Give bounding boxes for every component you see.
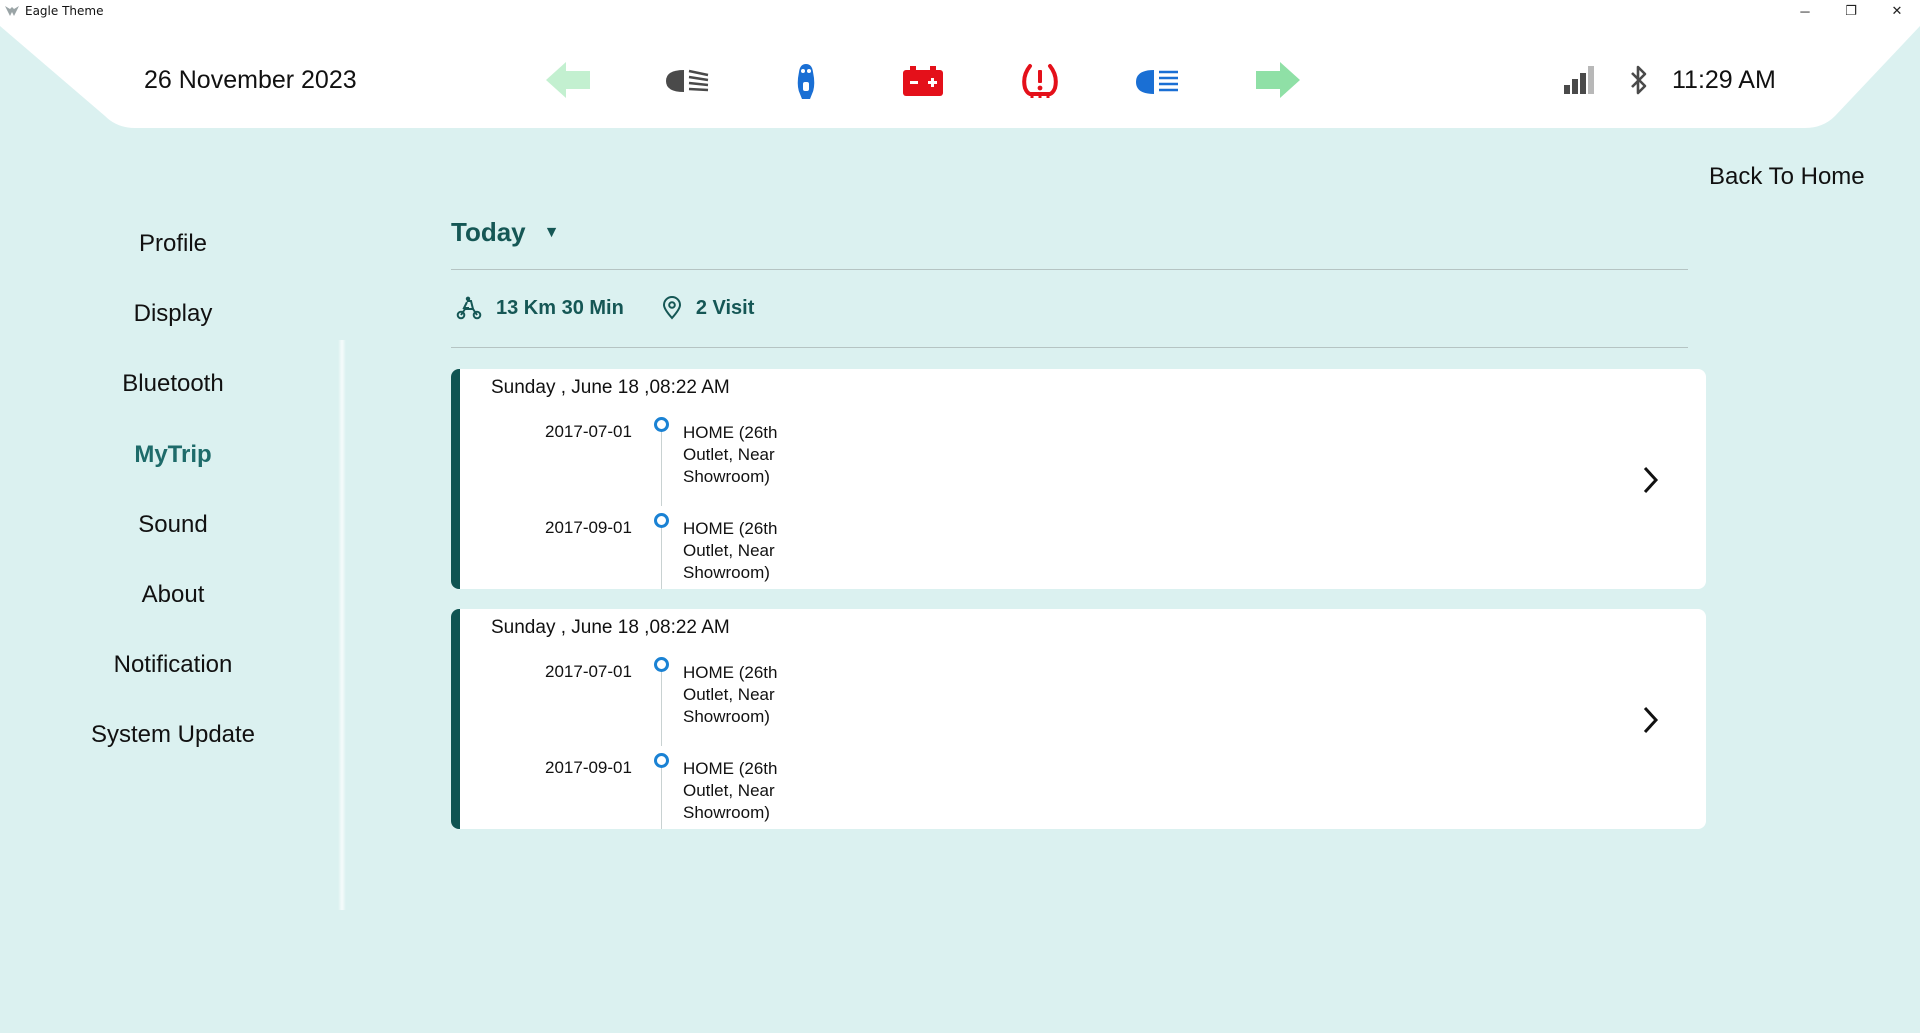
timeline-dot-icon <box>654 417 669 432</box>
timeline-dot-icon <box>654 753 669 768</box>
timeline-dot-icon <box>654 513 669 528</box>
sidebar-item-profile[interactable]: Profile <box>0 226 346 262</box>
sidebar-item-sound[interactable]: Sound <box>0 507 346 543</box>
timeline-line <box>661 768 662 829</box>
visits-stat: 2 Visit <box>662 296 755 320</box>
sidebar-item-system-update[interactable]: System Update <box>0 717 346 753</box>
back-to-home-link[interactable]: Back To Home <box>1709 163 1865 191</box>
stop-date: 2017-07-01 <box>545 662 632 681</box>
chevron-right-icon[interactable] <box>1641 705 1661 735</box>
sidebar-divider <box>338 340 346 910</box>
left-turn-signal-icon <box>546 62 590 98</box>
indicator-row <box>0 22 1920 128</box>
stop-place: HOME (26th Outlet, Near Showroom) <box>683 759 778 822</box>
app-logo-icon <box>5 6 19 16</box>
trip-stop: 2017-09-01 HOME (26th Outlet, Near Showr… <box>451 513 1051 589</box>
minimize-button[interactable]: ─ <box>1782 0 1828 22</box>
window-controls: ─ ❐ ✕ <box>1782 0 1920 22</box>
visits-value: 2 Visit <box>695 296 755 319</box>
timeline-line <box>661 432 662 506</box>
header-time: 11:29 AM <box>1672 66 1776 94</box>
stop-place: HOME (26th Outlet, Near Showroom) <box>683 519 778 582</box>
stop-place: HOME (26th Outlet, Near Showroom) <box>683 423 778 486</box>
window-titlebar: Eagle Theme ─ ❐ ✕ <box>0 0 1920 22</box>
stop-place: HOME (26th Outlet, Near Showroom) <box>683 663 778 726</box>
date-filter-dropdown[interactable]: Today ▼ <box>451 217 559 248</box>
maximize-button[interactable]: ❐ <box>1828 0 1874 22</box>
timeline-dot-icon <box>654 657 669 672</box>
trip-datetime: Sunday , June 18 ,08:22 AM <box>491 377 730 398</box>
chevron-right-icon[interactable] <box>1641 465 1661 495</box>
trip-stop: 2017-07-01 HOME (26th Outlet, Near Showr… <box>451 417 1051 506</box>
caret-down-icon: ▼ <box>543 223 560 241</box>
divider <box>451 347 1688 348</box>
trip-summary: 13 Km 30 Min 2 Visit <box>456 296 754 320</box>
battery-warning-icon <box>903 66 943 96</box>
scooter-icon <box>456 296 482 320</box>
status-header: 26 November 2023 11:29 AM <box>0 22 1920 128</box>
sidebar-item-bluetooth[interactable]: Bluetooth <box>0 366 346 402</box>
high-beam-icon <box>1136 70 1178 94</box>
timeline-line <box>661 672 662 746</box>
tire-pressure-warning-icon <box>1022 64 1058 98</box>
sidebar: Profile Display Bluetooth MyTrip Sound A… <box>0 213 346 913</box>
signal-strength-icon <box>1564 66 1594 94</box>
stop-date: 2017-09-01 <box>545 518 632 537</box>
distance-time-value: 13 Km 30 Min <box>496 296 624 319</box>
sidebar-item-about[interactable]: About <box>0 577 346 613</box>
stop-date: 2017-09-01 <box>545 758 632 777</box>
right-turn-signal-icon <box>1256 62 1300 98</box>
low-beam-icon <box>666 69 709 92</box>
timeline-line <box>661 528 662 589</box>
bluetooth-icon <box>1631 65 1647 95</box>
trip-datetime: Sunday , June 18 ,08:22 AM <box>491 617 730 638</box>
distance-time-stat: 13 Km 30 Min <box>456 296 624 320</box>
window-title: Eagle Theme <box>25 4 104 18</box>
trip-stop: 2017-09-01 HOME (26th Outlet, Near Showr… <box>451 753 1051 829</box>
trip-card[interactable]: Sunday , June 18 ,08:22 AM 2017-07-01 HO… <box>451 609 1706 829</box>
sidebar-item-notification[interactable]: Notification <box>0 647 346 683</box>
close-button[interactable]: ✕ <box>1874 0 1920 22</box>
date-filter-label: Today <box>451 217 526 247</box>
trip-stop: 2017-07-01 HOME (26th Outlet, Near Showr… <box>451 657 1051 746</box>
sidebar-item-mytrip[interactable]: MyTrip <box>0 437 346 473</box>
stop-date: 2017-07-01 <box>545 422 632 441</box>
trip-card[interactable]: Sunday , June 18 ,08:22 AM 2017-07-01 HO… <box>451 369 1706 589</box>
sidebar-item-display[interactable]: Display <box>0 296 346 332</box>
side-stand-icon <box>797 64 815 99</box>
location-pin-icon <box>662 296 681 320</box>
divider <box>451 269 1688 270</box>
